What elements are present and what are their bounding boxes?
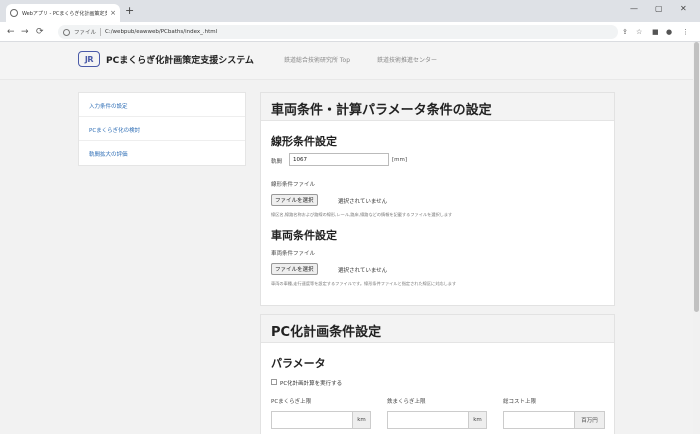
alignment-title: 線形条件設定 xyxy=(271,135,337,148)
steel-sleeper-limit-input[interactable] xyxy=(388,412,468,428)
site-header: JR PCまくらぎ化計画策定支援システム 鉄道総合技術研究所 Top 鉄道技術推… xyxy=(0,42,700,80)
url-text: C:/webpub/eawweb/PCbaths/index_.html xyxy=(105,29,218,35)
params-title: パラメータ xyxy=(271,357,326,370)
pc-sleeper-limit-group: km xyxy=(271,411,371,429)
nav-link-tech-center[interactable]: 鉄道技術推進センター xyxy=(377,55,437,64)
share-icon[interactable]: ⇪ xyxy=(622,27,628,37)
sidebar-item-gauge-widening[interactable]: 軌間拡大の評価 xyxy=(79,141,245,165)
nav-link-rtri-top[interactable]: 鉄道総合技術研究所 Top xyxy=(284,55,350,64)
run-pc-plan-checkbox[interactable] xyxy=(271,379,277,385)
alignment-file-label: 線形条件ファイル xyxy=(271,182,316,188)
window-close-icon[interactable]: ✕ xyxy=(680,3,687,15)
browser-toolbar: ← → ⟳ ファイル C:/webpub/eawweb/PCbaths/inde… xyxy=(0,22,700,42)
reload-icon[interactable]: ⟳ xyxy=(36,26,44,38)
total-cost-limit-group: 百万円 xyxy=(503,411,605,429)
gauge-label: 軌間 xyxy=(271,159,283,165)
pc-sleeper-limit-label: PCまくらぎ上限 xyxy=(271,399,312,405)
jr-logo[interactable]: JR xyxy=(78,51,100,67)
tab-title: Webアプリ - PCまくらぎ化計画策定支援システム xyxy=(22,10,108,17)
vehicle-file-button[interactable]: ファイルを選択 xyxy=(271,263,318,275)
steel-sleeper-limit-unit: km xyxy=(468,412,486,428)
forward-icon[interactable]: → xyxy=(21,26,29,38)
back-icon[interactable]: ← xyxy=(7,26,15,38)
info-icon[interactable] xyxy=(63,28,70,36)
extensions-icon[interactable]: ■ xyxy=(652,27,659,37)
page-scrollbar[interactable] xyxy=(693,42,700,434)
scrollbar-thumb[interactable] xyxy=(694,42,699,312)
browser-tab[interactable]: Webアプリ - PCまくらぎ化計画策定支援システム × xyxy=(6,4,120,22)
sidebar-item-pc-study[interactable]: PCまくらぎ化の検討 xyxy=(79,117,245,141)
run-pc-plan-label: PC化計画計算を実行する xyxy=(280,381,343,387)
bookmark-star-icon[interactable]: ☆ xyxy=(636,27,642,37)
pc-sleeper-limit-unit: km xyxy=(352,412,370,428)
gauge-input[interactable] xyxy=(289,153,389,166)
vehicle-conditions-card: 車両条件・計算パラメータ条件の設定 線形条件設定 軌間 [mm] 線形条件ファイ… xyxy=(260,92,615,306)
url-divider xyxy=(100,28,102,36)
maximize-icon[interactable]: ▢ xyxy=(655,3,663,15)
url-scheme: ファイル xyxy=(74,30,97,36)
site-brand[interactable]: PCまくらぎ化計画策定支援システム xyxy=(106,53,254,66)
close-tab-icon[interactable]: × xyxy=(110,9,116,17)
total-cost-limit-input[interactable] xyxy=(504,412,574,428)
vehicle-help-text: 車両の車種,走行速度等を設定するファイルです。線形条件ファイルと指定された線区に… xyxy=(271,281,457,286)
alignment-file-button[interactable]: ファイルを選択 xyxy=(271,194,318,206)
sidebar-item-input-conditions[interactable]: 入力条件の設定 xyxy=(79,93,245,117)
menu-icon[interactable]: ⋮ xyxy=(682,27,689,37)
vehicle-section-title: 車両条件・計算パラメータ条件の設定 xyxy=(261,93,614,121)
gauge-unit: [mm] xyxy=(392,157,408,163)
pc-plan-card: PC化計画条件設定 パラメータ PC化計画計算を実行する PCまくらぎ上限 km… xyxy=(260,314,615,434)
minimize-icon[interactable]: — xyxy=(630,3,638,15)
vehicle-file-status: 選択されていません xyxy=(338,268,388,274)
globe-icon xyxy=(10,9,18,17)
total-cost-limit-unit: 百万円 xyxy=(574,412,604,428)
alignment-file-status: 選択されていません xyxy=(338,199,388,205)
new-tab-icon[interactable]: + xyxy=(125,4,134,18)
vehicle-title: 車両条件設定 xyxy=(271,229,337,242)
address-bar[interactable]: ファイル C:/webpub/eawweb/PCbaths/index_.htm… xyxy=(58,25,618,39)
total-cost-limit-label: 総コスト上限 xyxy=(503,399,537,405)
web-page: JR PCまくらぎ化計画策定支援システム 鉄道総合技術研究所 Top 鉄道技術推… xyxy=(0,42,700,434)
vehicle-file-label: 車両条件ファイル xyxy=(271,251,316,257)
steel-sleeper-limit-label: 鉄まくらぎ上限 xyxy=(387,399,426,405)
pc-section-title: PC化計画条件設定 xyxy=(261,315,614,343)
pc-sleeper-limit-input[interactable] xyxy=(272,412,352,428)
alignment-help-text: 線区名,線路名称および路線の線形,レール,路床,線路などの情報を記載するファイル… xyxy=(271,212,453,217)
profile-icon[interactable]: ● xyxy=(666,27,672,37)
sidebar: 入力条件の設定 PCまくらぎ化の検討 軌間拡大の評価 xyxy=(78,92,246,166)
steel-sleeper-limit-group: km xyxy=(387,411,487,429)
browser-tab-strip: Webアプリ - PCまくらぎ化計画策定支援システム × + — ▢ ✕ xyxy=(0,0,700,22)
